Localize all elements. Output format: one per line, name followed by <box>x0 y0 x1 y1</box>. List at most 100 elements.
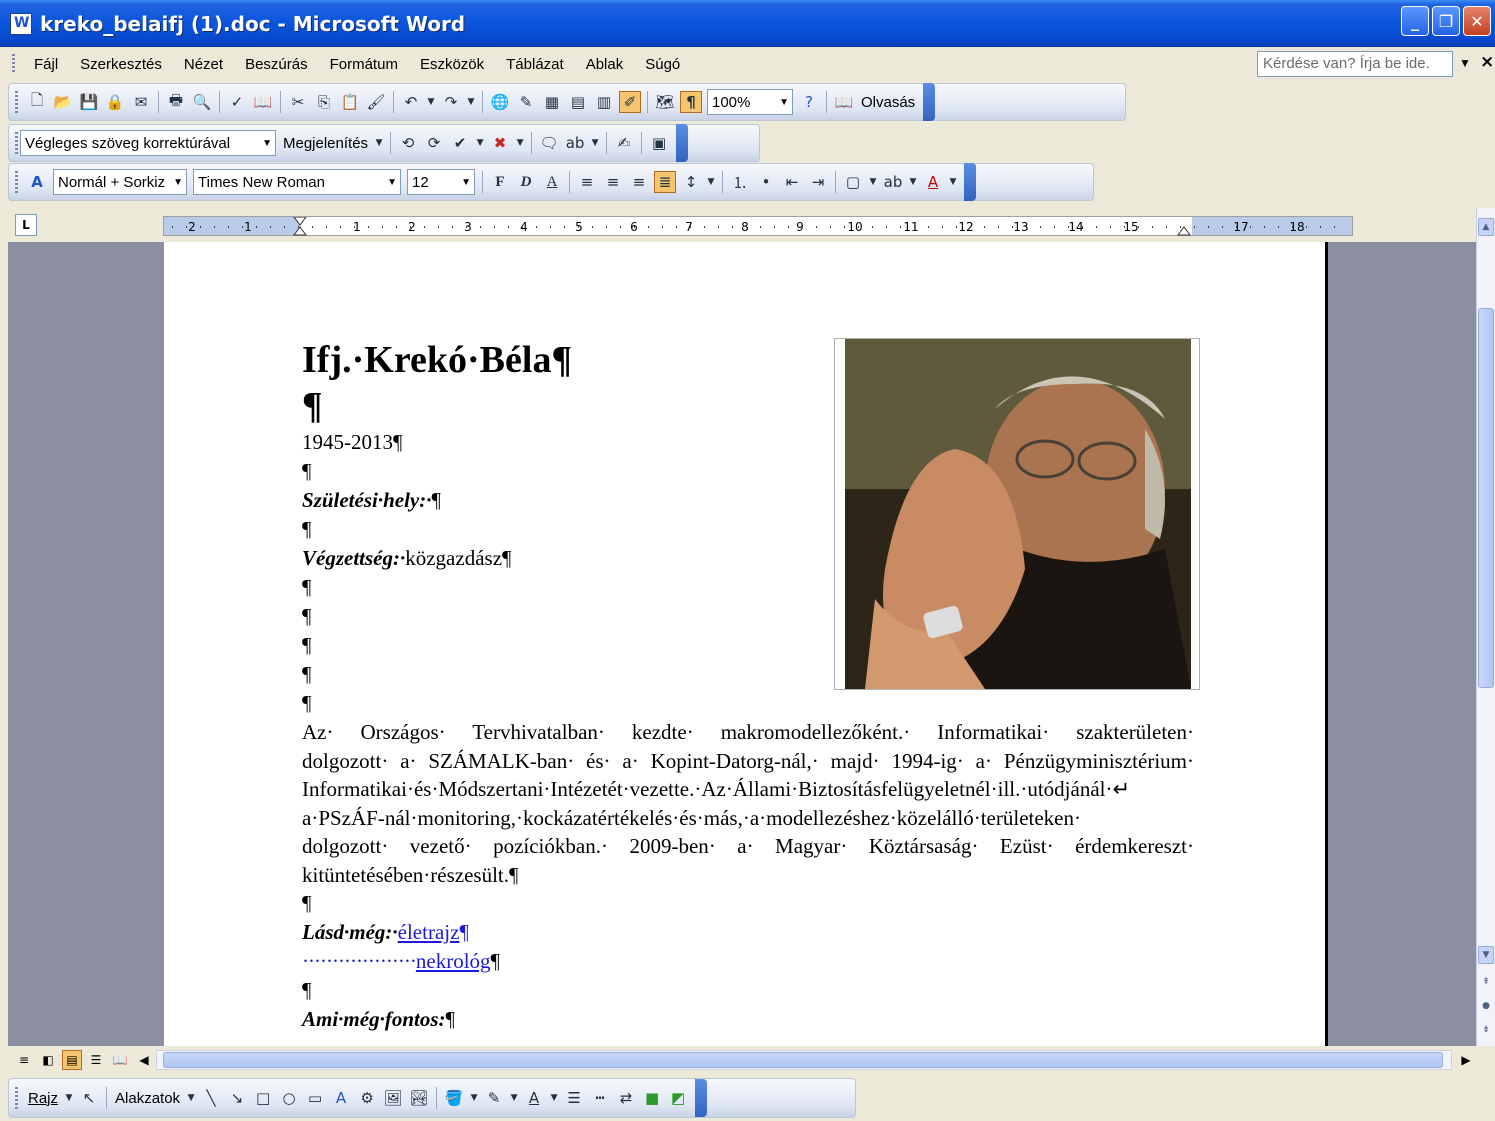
fill-dropdown-icon[interactable]: ▼ <box>469 1087 479 1109</box>
toolbar-grip[interactable] <box>15 171 18 193</box>
toolbar-options-icon[interactable] <box>964 163 976 201</box>
select-browse-object-icon[interactable]: ● <box>1478 998 1494 1016</box>
reviewing-pane-icon[interactable]: ▣ <box>648 132 670 154</box>
menu-file[interactable]: Fájl <box>23 54 69 75</box>
arrow-icon[interactable]: ↘ <box>226 1087 248 1109</box>
horizontal-ruler[interactable]: 211234567891011121314151718 <box>163 216 1353 236</box>
text-box-icon[interactable]: ▭ <box>304 1087 326 1109</box>
hanging-indent-marker[interactable] <box>293 226 307 236</box>
show-markup-button[interactable]: Megjelenítés <box>283 135 368 152</box>
line-spacing-icon[interactable]: ↕ <box>680 171 702 193</box>
zoom-select[interactable]: 100% ▼ <box>707 89 793 115</box>
drawing-icon[interactable]: ✐ <box>619 91 641 113</box>
previous-page-icon[interactable]: ⇞ <box>1478 974 1494 992</box>
redo-icon[interactable]: ↷ <box>440 91 462 113</box>
toolbar-grip[interactable] <box>15 91 18 113</box>
print-icon[interactable]: 🖶 <box>165 91 187 113</box>
styles-formatting-icon[interactable]: A <box>26 171 48 193</box>
toolbar-options-icon[interactable] <box>695 1079 708 1117</box>
menu-view[interactable]: Nézet <box>173 54 234 75</box>
draw-menu-button[interactable]: Rajz <box>28 1090 58 1107</box>
diagram-icon[interactable]: ⚙ <box>356 1087 378 1109</box>
previous-change-icon[interactable]: ⟲ <box>397 132 419 154</box>
align-right-icon[interactable]: ≡ <box>628 171 650 193</box>
accept-change-icon[interactable]: ✔ <box>449 132 471 154</box>
save-icon[interactable]: 💾 <box>78 91 100 113</box>
vertical-scroll-thumb[interactable] <box>1478 308 1494 688</box>
menu-window[interactable]: Ablak <box>575 54 635 75</box>
read-button[interactable]: Olvasás <box>861 94 915 111</box>
clip-art-icon[interactable]: 🖼 <box>382 1087 404 1109</box>
borders-dropdown-icon[interactable]: ▼ <box>868 171 878 193</box>
menu-table[interactable]: Táblázat <box>495 54 575 75</box>
font-color-draw-icon[interactable]: A <box>523 1087 545 1109</box>
tables-borders-icon[interactable]: ✎ <box>515 91 537 113</box>
autoshapes-button[interactable]: Alakzatok <box>115 1090 180 1107</box>
toolbar-grip[interactable] <box>15 1087 18 1109</box>
outline-view-icon[interactable]: ☰ <box>86 1050 106 1070</box>
toolbar-options-icon[interactable] <box>676 124 689 162</box>
restore-button[interactable]: ❐ <box>1432 6 1460 36</box>
help-icon[interactable]: ? <box>798 91 820 113</box>
reject-dropdown-icon[interactable]: ▼ <box>515 132 525 154</box>
undo-dropdown-icon[interactable]: ▼ <box>426 91 436 113</box>
picture-icon[interactable]: 🏞 <box>408 1087 430 1109</box>
menu-tools[interactable]: Eszközök <box>409 54 495 75</box>
toolbar-options-icon[interactable] <box>923 83 936 121</box>
highlight-icon[interactable]: ab <box>564 132 586 154</box>
italic-icon[interactable]: D <box>515 171 537 193</box>
show-formatting-icon[interactable]: ¶ <box>680 91 702 113</box>
toolbar-grip[interactable] <box>15 132 18 154</box>
word-app-icon[interactable] <box>10 12 32 35</box>
spelling-icon[interactable]: ✓ <box>226 91 248 113</box>
accept-dropdown-icon[interactable]: ▼ <box>475 132 485 154</box>
numbering-icon[interactable]: ⒈ <box>729 171 751 193</box>
show-dropdown-icon[interactable]: ▼ <box>374 132 384 154</box>
autoshapes-dropdown-icon[interactable]: ▼ <box>186 1087 196 1109</box>
bullets-icon[interactable]: • <box>755 171 777 193</box>
font-select[interactable]: Times New Roman ▼ <box>193 169 401 195</box>
line-color-icon[interactable]: ✎ <box>483 1087 505 1109</box>
highlight-color-icon[interactable]: ab <box>882 171 904 193</box>
new-document-icon[interactable]: 🗋 <box>26 91 48 113</box>
minimize-button[interactable]: _ <box>1401 6 1429 36</box>
scroll-left-icon[interactable]: ◀ <box>134 1050 154 1070</box>
read-icon[interactable]: 📖 <box>833 91 855 113</box>
draw-dropdown-icon[interactable]: ▼ <box>64 1087 74 1109</box>
insert-excel-icon[interactable]: ▤ <box>567 91 589 113</box>
line-style-icon[interactable]: ☰ <box>563 1087 585 1109</box>
scroll-up-icon[interactable]: ▲ <box>1478 218 1494 236</box>
open-folder-icon[interactable]: 📂 <box>52 91 74 113</box>
fill-color-icon[interactable]: 🪣 <box>443 1087 465 1109</box>
scroll-down-icon[interactable]: ▼ <box>1478 946 1494 964</box>
next-change-icon[interactable]: ⟳ <box>423 132 445 154</box>
horizontal-scroll-thumb[interactable] <box>163 1052 1443 1068</box>
font-color-dropdown-icon[interactable]: ▼ <box>948 171 958 193</box>
menu-edit[interactable]: Szerkesztés <box>69 54 173 75</box>
help-search-input[interactable]: Kérdése van? Írja be ide. <box>1257 51 1453 77</box>
highlight-color-dropdown-icon[interactable]: ▼ <box>908 171 918 193</box>
increase-indent-icon[interactable]: ⇥ <box>807 171 829 193</box>
arrow-style-icon[interactable]: ⇄ <box>615 1087 637 1109</box>
redo-dropdown-icon[interactable]: ▼ <box>466 91 476 113</box>
underline-icon[interactable]: A <box>541 171 563 193</box>
email-icon[interactable]: ✉ <box>130 91 152 113</box>
web-layout-icon[interactable]: ◧ <box>38 1050 58 1070</box>
borders-icon[interactable]: ▢ <box>842 171 864 193</box>
menu-grip[interactable] <box>12 54 15 74</box>
align-center-icon[interactable]: ≡ <box>602 171 624 193</box>
menu-format[interactable]: Formátum <box>319 54 409 75</box>
dash-style-icon[interactable]: ┅ <box>589 1087 611 1109</box>
track-changes-icon[interactable]: ✍ <box>613 132 635 154</box>
line-icon[interactable]: ╲ <box>200 1087 222 1109</box>
horizontal-scrollbar[interactable] <box>156 1050 1452 1070</box>
tab-selector-button[interactable]: L <box>15 214 37 236</box>
vertical-scrollbar[interactable]: ▲ ▼ ⇞ ● ⇟ <box>1476 208 1495 1046</box>
style-select[interactable]: Normál + Sorkiz ▼ <box>53 169 187 195</box>
print-preview-icon[interactable]: 🔍 <box>191 91 213 113</box>
line-spacing-dropdown-icon[interactable]: ▼ <box>706 171 716 193</box>
3d-style-icon[interactable]: ◩ <box>667 1087 689 1109</box>
format-painter-icon[interactable]: 🖌 <box>365 91 387 113</box>
wordart-icon[interactable]: A <box>330 1087 352 1109</box>
print-layout-icon[interactable]: ▤ <box>62 1050 82 1070</box>
